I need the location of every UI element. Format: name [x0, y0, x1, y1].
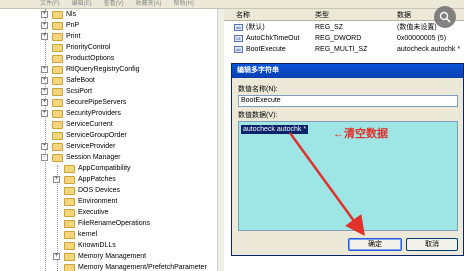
tree-connector-line — [45, 9, 46, 271]
folder-icon — [52, 99, 63, 107]
value-data: autocheck autochk * — [397, 46, 461, 53]
tree-item-label: AppPatches — [78, 176, 116, 183]
folder-icon — [64, 209, 75, 217]
tree-item-label: Memory Management — [78, 253, 147, 260]
folder-icon — [64, 220, 75, 228]
tree-item-label: SecurePipeServers — [66, 99, 127, 106]
expand-icon[interactable]: + — [41, 77, 48, 84]
value-name: BootExecute — [246, 46, 286, 53]
edit-multi-string-dialog: 编辑多字符串 数值名称(N): BootExecute 数值数据(V): aut… — [231, 63, 464, 256]
folder-icon — [64, 264, 75, 271]
string-value-icon: ab — [234, 46, 243, 53]
expand-icon[interactable]: + — [41, 99, 48, 106]
tree-item-label: KnownDLLs — [78, 242, 116, 249]
folder-icon — [52, 110, 63, 118]
folder-icon — [52, 33, 63, 41]
tree-item-label: RtlQueryRegistryConfig — [66, 66, 140, 73]
menu-favorites[interactable]: 收藏夹(A) — [136, 0, 162, 8]
folder-icon — [64, 176, 75, 184]
folder-icon — [64, 253, 75, 261]
folder-icon — [52, 22, 63, 30]
list-item[interactable]: 01 AutoChkTimeOut REG_DWORD 0x00000005 (… — [224, 33, 464, 44]
folder-icon — [52, 143, 63, 151]
value-type: REG_DWORD — [315, 35, 362, 42]
tree-item-label: SecurityProviders — [66, 110, 121, 117]
expand-icon[interactable]: + — [41, 143, 48, 150]
list-header: 名称 类型 数据 — [224, 9, 464, 21]
menu-file[interactable]: 文件(F) — [40, 0, 60, 8]
value-type: REG_MULTI_SZ — [315, 46, 368, 53]
tree-item-label: Nls — [66, 11, 77, 18]
expand-icon[interactable]: + — [53, 253, 60, 260]
expand-icon[interactable]: + — [41, 22, 48, 29]
tree-item-label: DOS Devices — [78, 187, 121, 194]
value-name: (默认) — [246, 24, 265, 31]
tree-item-label: Executive — [78, 209, 109, 216]
folder-icon — [52, 77, 63, 85]
expand-icon[interactable]: + — [41, 11, 48, 18]
cancel-button[interactable]: 取消 — [406, 238, 458, 251]
string-value-icon: ab — [234, 24, 243, 31]
expand-icon[interactable]: + — [41, 110, 48, 117]
column-header-data[interactable]: 数据 — [397, 10, 411, 20]
expand-icon[interactable]: + — [41, 88, 48, 95]
tree-item-label: ServiceGroupOrder — [66, 132, 127, 139]
folder-icon — [64, 231, 75, 239]
folder-icon — [52, 66, 63, 74]
list-item[interactable]: ab BootExecute REG_MULTI_SZ autocheck au… — [224, 44, 464, 55]
tree-item-label: Session Manager — [66, 154, 121, 161]
tree-item-label: ProductOptions — [66, 55, 115, 62]
value-name-label: 数值名称(N): — [238, 86, 278, 93]
list-item[interactable]: ab (默认) REG_SZ (数值未设置) — [224, 22, 464, 33]
folder-icon — [52, 132, 63, 140]
value-data: (数值未设置) — [397, 24, 437, 31]
tree-item-label: kernel — [78, 231, 98, 238]
tree-scrollbar[interactable] — [217, 9, 224, 271]
menu-view[interactable]: 查看(V) — [104, 0, 124, 8]
folder-icon — [52, 88, 63, 96]
expand-icon[interactable]: + — [41, 33, 48, 40]
value-name: AutoChkTimeOut — [246, 35, 300, 42]
selected-text[interactable]: autocheck autochk * — [241, 125, 309, 134]
column-header-name[interactable]: 名称 — [236, 10, 250, 20]
value-data-label: 数值数据(V): — [238, 112, 278, 119]
registry-tree[interactable]: + Nls + PnP + Print PriorityControl ProductOpti… — [0, 9, 224, 271]
folder-icon — [52, 11, 63, 19]
column-header-type[interactable]: 类型 — [315, 10, 329, 20]
folder-icon — [64, 165, 75, 173]
tree-item-label: ScsiPort — [66, 88, 93, 95]
expand-icon[interactable]: + — [41, 66, 48, 73]
tree-item-label: Print — [66, 33, 81, 40]
value-type: REG_SZ — [315, 24, 344, 31]
tree-item-label: FileRenameOperations — [78, 220, 150, 227]
ok-button[interactable]: 确定 — [348, 238, 402, 251]
dialog-title[interactable]: 编辑多字符串 — [232, 64, 463, 78]
folder-icon — [52, 55, 63, 63]
folder-icon — [64, 198, 75, 206]
tree-item-label: Memory Management/PrefetchParameter — [78, 264, 207, 271]
binary-value-icon: 01 — [234, 35, 243, 42]
folder-icon — [64, 187, 75, 195]
expand-icon[interactable]: + — [53, 176, 60, 183]
tree-item-label: AppCompatibility — [78, 165, 131, 172]
folder-icon — [52, 121, 63, 129]
tree-item-label: SafeBoot — [66, 77, 95, 84]
folder-icon — [64, 242, 75, 250]
menu-help[interactable]: 帮助(H) — [173, 0, 193, 8]
tree-item-label: ServiceCurrent — [66, 121, 113, 128]
menu-bar: 文件(F) 编辑(E) 查看(V) 收藏夹(A) 帮助(H) — [0, 0, 464, 9]
value-data-textarea[interactable]: autocheck autochk * ←清空数据 — [238, 121, 458, 231]
value-data: 0x00000005 (5) — [397, 35, 447, 42]
value-name-field[interactable]: BootExecute — [238, 95, 458, 107]
tree-item-label: ServiceProvider — [66, 143, 116, 150]
clear-data-annotation: ←清空数据 — [333, 128, 388, 140]
folder-icon — [52, 44, 63, 52]
tree-item-label: PnP — [66, 22, 80, 29]
tree-item-label: Environment — [78, 198, 118, 205]
menu-edit[interactable]: 编辑(E) — [72, 0, 92, 8]
search-icon[interactable] — [434, 6, 456, 28]
tree-item-label: PriorityControl — [66, 44, 111, 51]
collapse-icon[interactable]: - — [41, 154, 48, 161]
folder-icon — [52, 154, 63, 162]
